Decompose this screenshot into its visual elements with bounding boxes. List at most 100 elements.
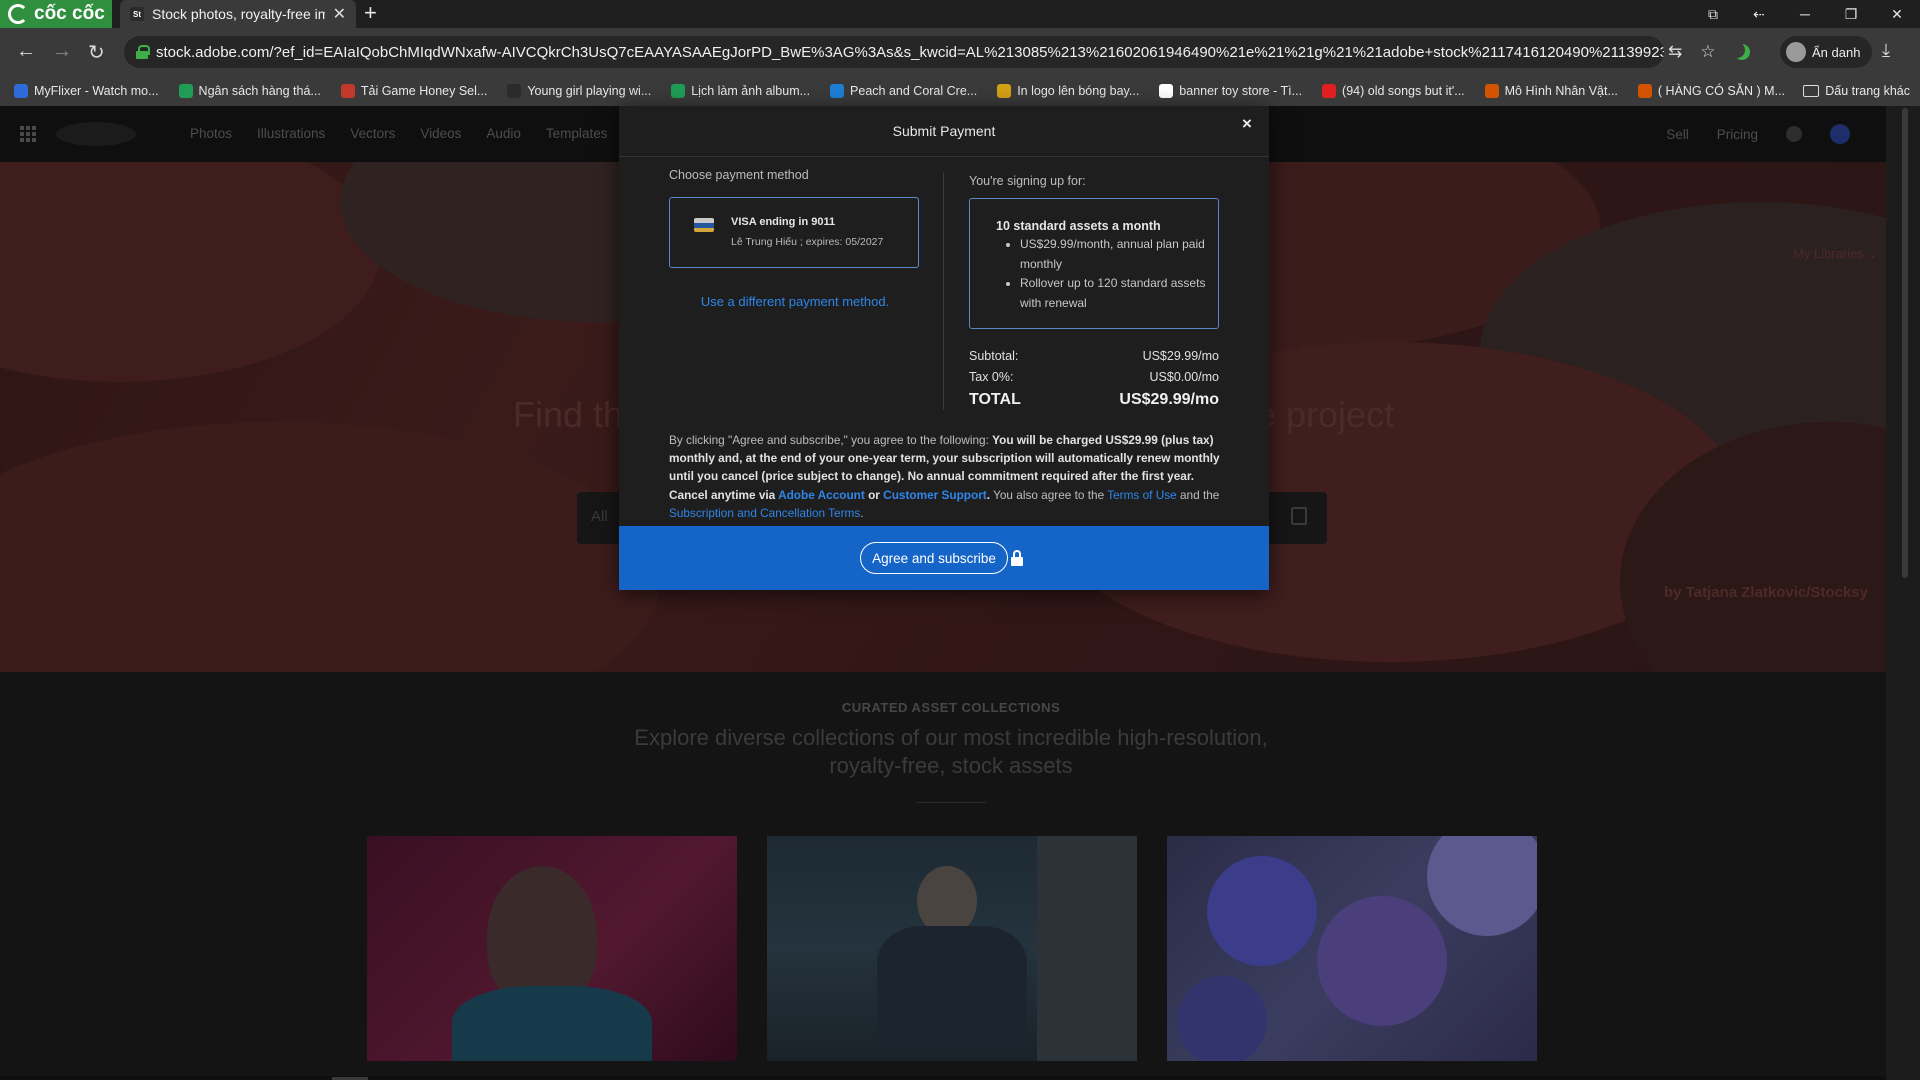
subtotal-value: US$29.99/mo <box>1142 349 1219 363</box>
bookmark-item[interactable]: Ngân sách hàng thá... <box>178 84 321 98</box>
photo-credit[interactable]: by Tatjana Zlatkovic/Stocksy <box>1664 584 1868 601</box>
thumb-sphere-shape <box>1317 896 1447 1026</box>
bookmark-label: In logo lên bóng bay... <box>1017 84 1140 98</box>
padlock-icon <box>1011 550 1023 566</box>
bookmark-item[interactable]: (94) old songs but it'... <box>1322 84 1465 98</box>
thumb-figure-shape <box>877 926 1027 1046</box>
signing-up-label: You're signing up for: <box>969 174 1086 188</box>
bookmark-item[interactable]: Tải Game Honey Sel... <box>340 84 487 98</box>
subtotal-row: Subtotal: US$29.99/mo <box>969 349 1219 363</box>
submit-payment-dialog: Submit Payment × Choose payment method V… <box>619 106 1269 590</box>
customer-support-link[interactable]: Customer Support <box>883 488 987 502</box>
back-history-icon[interactable]: ⇠ <box>1736 6 1782 23</box>
bookmark-item[interactable]: Peach and Coral Cre... <box>830 84 977 98</box>
thumb-figure-shape <box>452 986 652 1061</box>
search-scope-dropdown[interactable]: All <box>591 508 608 525</box>
bookmark-favicon-icon <box>671 84 686 98</box>
thumb-figure-shape <box>487 866 597 1006</box>
bookmark-label: Mô Hình Nhân Vật... <box>1504 84 1618 98</box>
bookmark-item[interactable]: Lịch làm ảnh album... <box>671 84 810 98</box>
incognito-avatar-icon <box>1786 42 1806 62</box>
dialog-title: Submit Payment <box>892 123 996 139</box>
saved-card-option[interactable]: VISA ending in 9011 Lê Trung Hiếu ; expi… <box>669 197 919 268</box>
nav-pricing[interactable]: Pricing <box>1717 127 1758 142</box>
visual-search-icon[interactable] <box>1291 507 1307 525</box>
folder-icon <box>1803 85 1820 97</box>
bookmark-item[interactable]: ( HÀNG CÓ SẴN ) M... <box>1637 84 1785 98</box>
nav-audio[interactable]: Audio <box>486 126 521 141</box>
incognito-profile-button[interactable]: Ẩn danh <box>1780 36 1872 68</box>
collection-thumb-portrait[interactable] <box>367 836 737 1061</box>
brand-name: cốc cốc <box>34 3 105 24</box>
url-text: stock.adobe.com/?ef_id=EAIaIQobChMIqdWNx… <box>156 43 1664 61</box>
other-bookmarks-button[interactable]: Dấu trang khác <box>1791 76 1910 106</box>
bookmark-favicon-icon <box>1159 84 1174 98</box>
bookmark-favicon-icon <box>830 84 845 98</box>
thumb-sphere-shape <box>1427 836 1537 936</box>
bookmark-item[interactable]: Mô Hình Nhân Vật... <box>1484 84 1618 98</box>
tab-close-icon[interactable]: ✕ <box>333 4 346 24</box>
card-name: VISA ending in 9011 <box>731 216 836 228</box>
bookmark-star-icon[interactable]: ☆ <box>1700 42 1715 62</box>
plan-feature-price: US$29.99/month, annual plan paid monthly <box>1020 235 1210 274</box>
section-divider <box>916 802 986 803</box>
nav-sell[interactable]: Sell <box>1666 127 1689 142</box>
adobe-account-link[interactable]: Adobe Account <box>778 488 865 502</box>
bookmark-label: Peach and Coral Cre... <box>850 84 978 98</box>
tab-adobe-stock[interactable]: St Stock photos, royalty-free im ✕ <box>120 0 356 28</box>
my-libraries-dropdown[interactable]: My Libraries ⌄ <box>1793 246 1878 262</box>
address-bar-actions: ⇆ ☆ <box>1668 36 1750 68</box>
tab-title: Stock photos, royalty-free im <box>152 6 325 22</box>
bookmark-item[interactable]: MyFlixer - Watch mo... <box>14 84 159 98</box>
choose-payment-label: Choose payment method <box>669 168 809 182</box>
different-payment-link[interactable]: Use a different payment method. <box>669 294 921 309</box>
download-icon[interactable]: ⤓ <box>1882 40 1890 61</box>
restore-button[interactable]: ❐ <box>1828 6 1874 23</box>
address-bar[interactable]: stock.adobe.com/?ef_id=EAIaIQobChMIqdWNx… <box>124 36 1664 68</box>
horizontal-scrollbar[interactable] <box>0 1076 1886 1080</box>
thumb-figure-shape <box>1037 836 1137 1061</box>
nav-templates[interactable]: Templates <box>546 126 608 141</box>
translate-icon[interactable]: ⇆ <box>1668 42 1682 62</box>
minimize-button[interactable]: ─ <box>1782 6 1828 22</box>
bookmark-item[interactable]: In logo lên bóng bay... <box>997 84 1139 98</box>
adobe-stock-favicon-icon: St <box>130 7 144 21</box>
collections-subtitle-line2: royalty-free, stock assets <box>829 753 1073 778</box>
bookmark-favicon-icon <box>14 84 28 98</box>
subscription-cancellation-terms-link[interactable]: Subscription and Cancellation Terms <box>669 506 860 520</box>
nav-vectors[interactable]: Vectors <box>350 126 395 141</box>
bookmark-item[interactable]: Young girl playing wi... <box>507 84 651 98</box>
dialog-header: Submit Payment × <box>619 106 1269 157</box>
bookmark-favicon-icon <box>507 84 522 98</box>
bookmark-label: Lịch làm ảnh album... <box>691 84 811 98</box>
adobe-stock-logo[interactable] <box>56 122 136 146</box>
coccoc-logo-icon <box>8 4 28 24</box>
bookmark-item[interactable]: banner toy store - Tì... <box>1159 84 1302 98</box>
dark-mode-moon-icon[interactable] <box>1734 44 1750 60</box>
app-grid-icon[interactable] <box>20 126 36 142</box>
reload-icon[interactable]: ↻ <box>88 40 105 65</box>
help-icon[interactable] <box>1786 126 1802 142</box>
collections-title: CURATED ASSET COLLECTIONS <box>841 700 1061 715</box>
new-tab-button[interactable]: + <box>364 0 377 28</box>
scrollbar-thumb[interactable] <box>1902 108 1908 578</box>
forward-arrow-icon[interactable]: → <box>52 40 72 63</box>
nav-videos[interactable]: Videos <box>420 126 461 141</box>
card-holder-expiry: Lê Trung Hiếu ; expires: 05/2027 <box>731 236 884 248</box>
bookmark-favicon-icon <box>997 84 1012 98</box>
collection-thumb-man-balcony[interactable] <box>767 836 1137 1061</box>
coccoc-logo[interactable]: cốc cốc <box>0 0 112 28</box>
collection-thumb-spheres[interactable] <box>1167 836 1537 1061</box>
visa-card-icon <box>694 218 714 232</box>
terms-of-use-link[interactable]: Terms of Use <box>1107 488 1177 502</box>
close-dialog-icon[interactable]: × <box>1242 114 1252 134</box>
back-arrow-icon[interactable]: ← <box>16 40 36 63</box>
bookmarks-bar: MyFlixer - Watch mo... Ngân sách hàng thá… <box>0 76 1920 106</box>
tab-search-icon[interactable]: ⧉ <box>1690 6 1736 23</box>
close-window-button[interactable]: ✕ <box>1874 6 1920 23</box>
agree-and-subscribe-button[interactable]: Agree and subscribe <box>860 542 1008 574</box>
secure-lock-icon <box>136 45 150 59</box>
nav-illustrations[interactable]: Illustrations <box>257 126 325 141</box>
nav-photos[interactable]: Photos <box>190 126 232 141</box>
user-avatar[interactable] <box>1830 124 1850 144</box>
